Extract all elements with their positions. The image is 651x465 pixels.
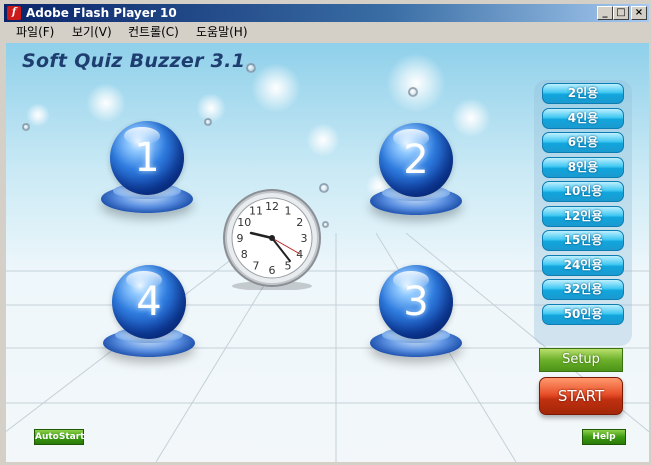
clock-numeral: 12 — [265, 200, 279, 213]
player-count-button[interactable]: 12인용 — [542, 205, 624, 227]
clock-numeral: 6 — [269, 264, 276, 277]
flash-app-icon: f — [7, 6, 21, 20]
window-title: Adobe Flash Player 10 — [26, 6, 177, 20]
buzzer-number: 2 — [403, 137, 429, 183]
bubble — [246, 63, 256, 73]
buzzer-ball: 4 — [112, 265, 186, 339]
buzzer-number: 3 — [403, 279, 429, 325]
bubble — [22, 123, 30, 131]
clock: 12 1234567891011 — [223, 189, 321, 290]
buzzer-2[interactable]: 2 — [370, 123, 466, 233]
start-button[interactable]: START — [539, 377, 623, 415]
clock-numeral: 2 — [296, 216, 303, 229]
clock-numeral: 7 — [253, 260, 260, 273]
player-count-button[interactable]: 6인용 — [542, 132, 624, 153]
player-count-button[interactable]: 32인용 — [542, 279, 624, 300]
app-title: Soft Quiz Buzzer 3.1 — [22, 50, 246, 72]
player-count-button[interactable]: 50인용 — [542, 303, 624, 325]
flash-player-window: f Adobe Flash Player 10 _ □ × 파일(F) 보기(V… — [0, 0, 651, 465]
buzzer-number: 1 — [134, 135, 160, 181]
menu-bar: 파일(F) 보기(V) 컨트롤(C) 도움말(H) — [4, 23, 649, 42]
player-count-button[interactable]: 10인용 — [542, 181, 624, 202]
autostart-button[interactable]: AutoStart — [34, 429, 84, 445]
buzzer-4[interactable]: 4 — [103, 265, 199, 375]
buzzer-ball: 1 — [110, 121, 184, 195]
clock-numeral: 8 — [241, 248, 248, 261]
buzzer-ball: 2 — [379, 123, 453, 197]
bubble — [322, 221, 329, 228]
sparkle — [251, 63, 301, 113]
clock-numeral: 4 — [296, 248, 303, 261]
clock-numeral: 11 — [249, 204, 263, 217]
menu-view[interactable]: 보기(V) — [72, 23, 112, 42]
buzzer-1[interactable]: 1 — [101, 121, 197, 231]
player-count-button[interactable]: 8인용 — [542, 156, 624, 178]
player-count-button[interactable]: 15인용 — [542, 230, 624, 251]
clock-numeral: 10 — [237, 216, 251, 229]
close-button[interactable]: × — [631, 6, 647, 20]
flash-stage: Soft Quiz Buzzer 3.1 1 2 4 3 12 1 2 3 4 … — [6, 43, 649, 462]
clock-numeral: 9 — [237, 232, 244, 245]
menu-help[interactable]: 도움말(H) — [196, 23, 248, 42]
sparkle — [306, 123, 340, 157]
minimize-button[interactable]: _ — [597, 6, 613, 20]
bubble — [204, 118, 212, 126]
menu-file[interactable]: 파일(F) — [16, 23, 54, 42]
player-count-button[interactable]: 2인용 — [542, 83, 624, 104]
player-count-button[interactable]: 4인용 — [542, 107, 624, 129]
buzzer-ball: 3 — [379, 265, 453, 339]
title-bar[interactable]: f Adobe Flash Player 10 _ □ × — [4, 4, 649, 22]
clock-center — [269, 235, 275, 241]
clock-numeral: 3 — [301, 232, 308, 245]
clock-numeral: 1 — [285, 204, 292, 217]
help-button[interactable]: Help — [582, 429, 626, 445]
bubble — [408, 87, 418, 97]
sparkle — [86, 83, 126, 123]
sparkle — [386, 53, 446, 113]
maximize-button[interactable]: □ — [613, 6, 629, 20]
buzzer-number: 4 — [136, 279, 162, 325]
player-count-button[interactable]: 24인용 — [542, 254, 624, 276]
menu-control[interactable]: 컨트롤(C) — [128, 23, 179, 42]
setup-button[interactable]: Setup — [539, 348, 623, 372]
sparkle — [26, 103, 50, 127]
buzzer-3[interactable]: 3 — [370, 265, 466, 375]
